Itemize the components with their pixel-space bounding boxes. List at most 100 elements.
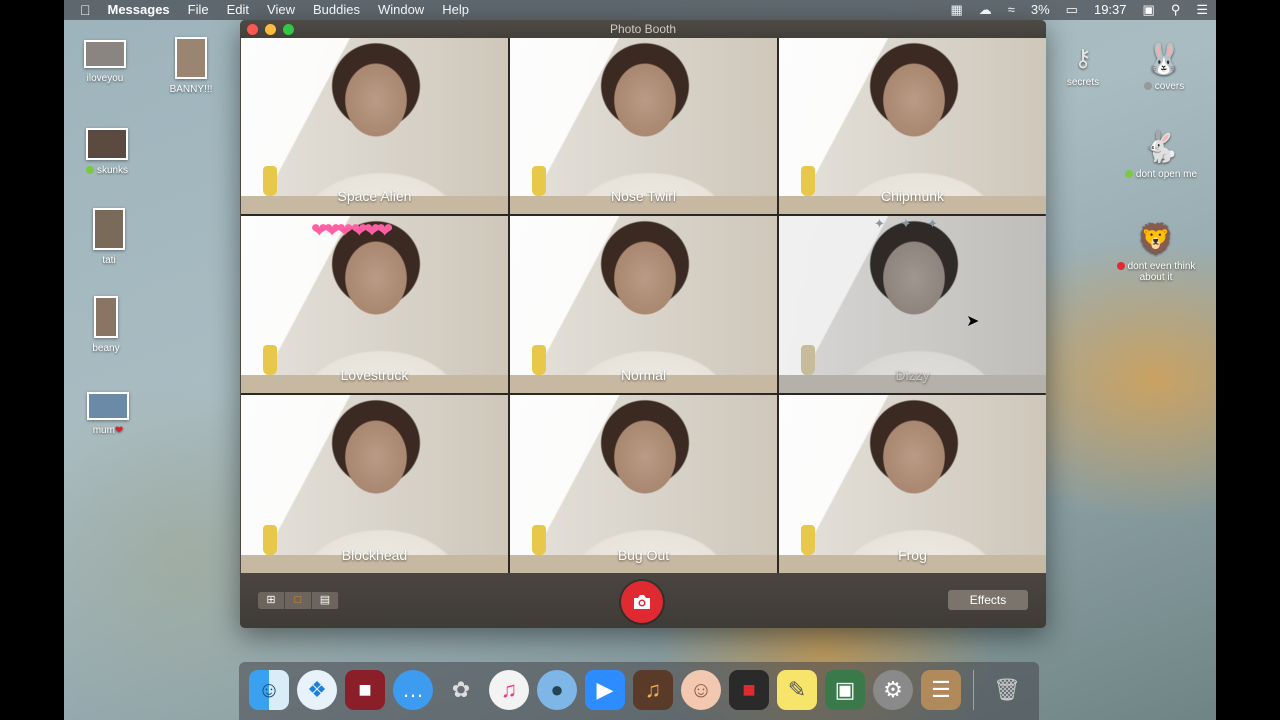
battery-percent[interactable]: 3% — [1023, 0, 1058, 20]
effect-label: Chipmunk — [880, 188, 945, 204]
effect-normal[interactable]: Normal — [510, 216, 777, 393]
tag-dot — [1124, 170, 1133, 178]
zoom-icon[interactable]: ▶ — [585, 670, 625, 710]
file-label: tati — [102, 255, 116, 266]
menu-buddies[interactable]: Buddies — [304, 0, 369, 20]
wifi-icon[interactable]: ≈ — [1000, 0, 1023, 20]
effect-label: Bug Out — [617, 547, 670, 563]
photo-app-icon[interactable]: ■ — [729, 670, 769, 710]
effect-dizzy[interactable]: ✦ ✦ ✦ Dizzy — [779, 216, 1046, 393]
camera-icon — [634, 595, 650, 609]
file-label: secrets — [1066, 77, 1100, 88]
display-icon[interactable]: ▣ — [1135, 0, 1163, 20]
desktop-file-banny[interactable]: BANNY!!! — [146, 37, 236, 95]
desktop-file-dont-open-me[interactable]: 🐇 dont open me — [1116, 130, 1206, 180]
file-label: dont open me — [1135, 169, 1198, 180]
notification-center-icon[interactable]: ☰ — [1188, 0, 1216, 20]
heart-icon: ❤ — [114, 425, 124, 436]
preview-icon[interactable]: ▣ — [825, 670, 865, 710]
effect-label: Blockhead — [341, 547, 408, 563]
file-thumbnail — [84, 40, 126, 68]
effect-nose-twirl[interactable]: Nose Twirl — [510, 38, 777, 214]
desktop-file-dont-even-think-about-it[interactable]: 🦁 dont even think about it — [1111, 222, 1201, 283]
music-icon[interactable]: ♫ — [489, 670, 529, 710]
creative-cloud-icon[interactable]: ☁ — [971, 0, 1000, 20]
file-label: mum — [92, 425, 115, 436]
grid-view-icon[interactable]: ⊞ — [258, 592, 285, 609]
effect-label: Nose Twirl — [610, 188, 677, 204]
single-view-icon[interactable]: □ — [285, 592, 312, 609]
effect-frog[interactable]: Frog — [779, 395, 1046, 573]
dock: ☺ ❖ ■ … ✿ ♫ ● ▶ ♫ ☺ ■ ✎ ▣ ⚙ ☰ 🗑 — [239, 662, 1039, 720]
file-label: covers — [1154, 81, 1185, 92]
desktop:  Messages File Edit View Buddies Window… — [64, 0, 1216, 720]
effect-blockhead[interactable]: Blockhead — [241, 395, 508, 573]
desktop-file-iloveyou[interactable]: iloveyou — [64, 40, 150, 84]
effect-lovestruck[interactable]: ❤❤❤ ❤❤❤ Lovestruck — [241, 216, 508, 393]
desktop-file-tati[interactable]: tati — [64, 208, 154, 266]
desktop-file-covers[interactable]: 🐰 covers — [1119, 42, 1209, 92]
desktop-folder-secrets[interactable]: ⚷ secrets — [1038, 44, 1128, 88]
effect-space-alien[interactable]: Space Alien — [241, 38, 508, 214]
menu-view[interactable]: View — [258, 0, 304, 20]
file-thumbnail — [93, 208, 125, 250]
effects-button[interactable]: Effects — [948, 590, 1028, 610]
menu-file[interactable]: File — [179, 0, 218, 20]
file-label: dont even think about it — [1127, 261, 1196, 283]
safari-icon[interactable]: ❖ — [297, 670, 337, 710]
rabbit-icon: 🐇 — [1142, 131, 1180, 164]
menu-window[interactable]: Window — [369, 0, 433, 20]
file-label: skunks — [96, 165, 129, 176]
window-title: Photo Booth — [609, 22, 677, 36]
effect-label: Dizzy — [895, 367, 930, 383]
menu-edit[interactable]: Edit — [218, 0, 258, 20]
key-icon: ⚷ — [1074, 45, 1092, 72]
face-icon[interactable]: ☺ — [681, 670, 721, 710]
desktop-file-skunks[interactable]: skunks — [64, 128, 152, 176]
clock[interactable]: 19:37 — [1086, 0, 1135, 20]
file-thumbnail — [87, 392, 129, 420]
effect-bug-out[interactable]: Bug Out — [510, 395, 777, 573]
lion-icon: 🦁 — [1137, 223, 1175, 256]
dock-divider — [973, 670, 974, 710]
apple-icon[interactable]:  — [64, 2, 99, 18]
title-bar: Photo Booth — [240, 20, 1046, 38]
tag-dot — [1143, 82, 1152, 90]
file-label: beany — [92, 343, 120, 354]
menu-help[interactable]: Help — [433, 0, 478, 20]
hearts-icon: ❤❤❤ ❤❤❤ — [311, 220, 393, 242]
photo-booth-window: Photo Booth Space Alien Nose Twirl Chipm… — [240, 20, 1046, 628]
effect-label: Lovestruck — [340, 367, 409, 383]
file-label: iloveyou — [86, 73, 124, 84]
file-thumbnail — [86, 128, 128, 160]
desktop-file-beany[interactable]: beany — [64, 296, 151, 354]
effect-label: Frog — [898, 547, 927, 563]
search-icon[interactable]: ⚲ — [1163, 0, 1189, 20]
app-icon[interactable]: ✿ — [441, 670, 481, 710]
system-preferences-icon[interactable]: ⚙ — [873, 670, 913, 710]
effect-chipmunk[interactable]: Chipmunk — [779, 38, 1046, 214]
tag-dot — [1116, 262, 1125, 270]
camera-icon[interactable]: ▦ — [942, 0, 970, 20]
bunny-icon: 🐰 — [1145, 43, 1183, 76]
stickies-icon[interactable]: ✎ — [777, 670, 817, 710]
menu-bar:  Messages File Edit View Buddies Window… — [64, 0, 1216, 20]
effect-label: Normal — [620, 367, 667, 383]
seal-icon[interactable]: ● — [537, 670, 577, 710]
menu-app-name[interactable]: Messages — [99, 0, 179, 20]
photo-booth-icon[interactable]: ■ — [345, 670, 385, 710]
garageband-icon[interactable]: ♫ — [633, 670, 673, 710]
desktop-file-mum[interactable]: mum❤ — [64, 392, 153, 436]
take-photo-button[interactable] — [621, 581, 663, 623]
effect-label: Space Alien — [337, 188, 412, 204]
film-strip-view-icon[interactable]: ▤ — [312, 592, 339, 609]
trash-icon[interactable]: 🗑 — [987, 670, 1027, 710]
finder-icon[interactable]: ☺ — [249, 670, 289, 710]
birds-icon: ✦ ✦ ✦ — [874, 216, 944, 231]
battery-icon[interactable]: ▭ — [1058, 0, 1086, 20]
bottom-toolbar: ⊞ □ ▤ Effects — [240, 573, 1046, 628]
contacts-icon[interactable]: ☰ — [921, 670, 961, 710]
tag-dot — [85, 166, 94, 174]
mouse-pointer-icon: ➤ — [966, 313, 980, 330]
messages-icon[interactable]: … — [393, 670, 433, 710]
